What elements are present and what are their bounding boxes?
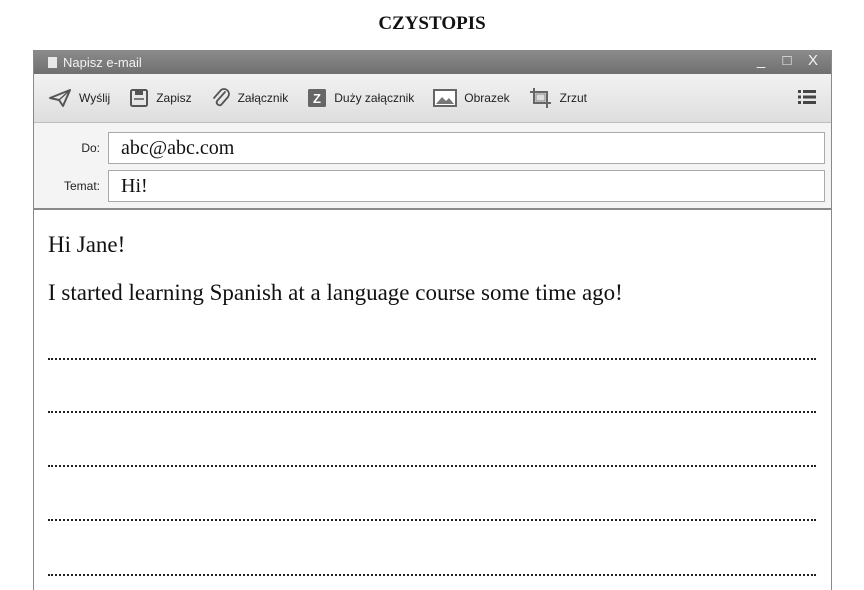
large-attachment-icon: Z (308, 89, 327, 107)
subject-label: Temat: (63, 179, 100, 193)
send-label: Wyślij (79, 91, 111, 105)
answer-line[interactable] (48, 465, 816, 467)
subject-row: Temat: Hi! (34, 167, 825, 205)
crop-icon (529, 88, 551, 108)
to-label: Do: (81, 141, 100, 155)
send-icon (49, 89, 71, 107)
message-greeting: Hi Jane! (48, 232, 126, 257)
attachment-label: Załącznik (237, 91, 289, 105)
window-titlebar: Napisz e-mail _ □ X (34, 51, 831, 74)
window-title: Napisz e-mail (63, 55, 142, 70)
email-compose-window: Napisz e-mail _ □ X Wyślij Zapisz Załącz… (33, 50, 832, 590)
message-body[interactable]: Hi Jane! I started learning Spanish at a… (34, 210, 831, 576)
answer-line[interactable] (48, 411, 816, 413)
svg-text:Z: Z (313, 91, 321, 106)
minimize-button[interactable]: _ (755, 52, 767, 69)
page-title: CZYSTOPIS (378, 13, 486, 34)
to-field[interactable]: abc@abc.com (108, 132, 825, 164)
subject-field[interactable]: Hi! (108, 170, 825, 202)
image-icon (433, 89, 458, 107)
close-button[interactable]: X (807, 52, 819, 69)
screenshot-label: Zrzut (559, 91, 587, 105)
answer-line[interactable] (48, 519, 816, 521)
message-first-sentence: I started learning Spanish at a language… (48, 280, 623, 305)
document-icon (48, 57, 57, 68)
attachment-button[interactable]: Załącznik (211, 87, 289, 109)
toolbar: Wyślij Zapisz Załącznik Z Duży załącznik (34, 74, 831, 123)
save-icon (130, 89, 149, 107)
header-fields: Do: abc@abc.com Temat: Hi! (34, 123, 831, 210)
window-controls: _ □ X (755, 52, 819, 69)
to-row: Do: abc@abc.com (34, 129, 825, 167)
large-attachment-label: Duży załącznik (334, 91, 415, 105)
large-attachment-button[interactable]: Z Duży załącznik (307, 88, 414, 108)
save-label: Zapisz (156, 91, 192, 105)
save-button[interactable]: Zapisz (129, 88, 192, 108)
send-button[interactable]: Wyślij (48, 88, 110, 108)
image-button[interactable]: Obrazek (433, 88, 510, 108)
answer-line[interactable] (48, 574, 816, 576)
answer-line[interactable] (48, 358, 816, 360)
maximize-button[interactable]: □ (781, 52, 793, 69)
menu-icon[interactable] (798, 89, 816, 105)
screenshot-button[interactable]: Zrzut (529, 87, 587, 109)
image-label: Obrazek (464, 91, 510, 105)
paperclip-icon (212, 88, 230, 107)
